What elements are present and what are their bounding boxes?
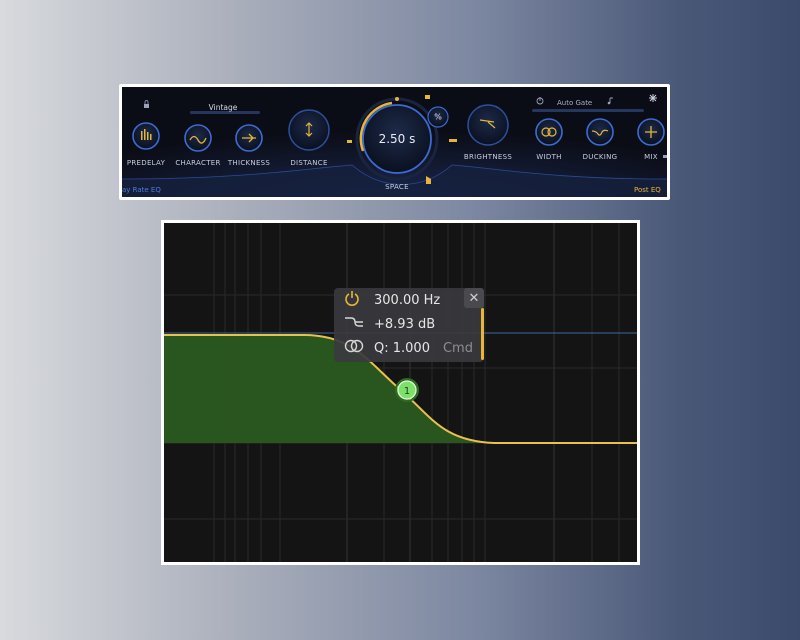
thickness-label: THICKNESS [227, 159, 271, 167]
brightness-label: BRIGHTNESS [463, 153, 513, 161]
width-knob[interactable] [535, 118, 563, 146]
decay-rate-eq-tab[interactable]: ay Rate EQ [122, 186, 161, 194]
mix-lock-icon[interactable] [663, 155, 667, 158]
gain-value[interactable]: +8.93 dB [374, 317, 435, 332]
power-icon[interactable] [536, 97, 544, 105]
modifier-hint: Cmd [442, 340, 473, 356]
predelay-knob[interactable] [132, 122, 160, 150]
predelay-label: PREDELAY [126, 159, 166, 167]
autogate-label[interactable]: Auto Gate [557, 99, 592, 107]
character-knob[interactable] [184, 124, 212, 152]
freeze-icon[interactable] [649, 94, 657, 102]
space-label: SPACE [385, 183, 409, 191]
mix-knob[interactable] [637, 118, 665, 146]
space-top-marker [425, 95, 430, 99]
width-label: WIDTH [536, 153, 562, 161]
q-value[interactable]: Q: 1.000 [374, 341, 430, 356]
ducking-label: DUCKING [582, 153, 618, 161]
ducking-knob[interactable] [586, 118, 614, 146]
q-row[interactable]: Q: 1.000 Cmd [344, 338, 473, 358]
distance-label: DISTANCE [290, 159, 328, 167]
mix-label: MIX [644, 153, 658, 161]
frequency-value[interactable]: 300.00 Hz [374, 293, 440, 308]
power-icon[interactable] [344, 291, 364, 309]
thickness-knob[interactable] [235, 124, 263, 152]
preset-selector[interactable]: Vintage [209, 103, 238, 112]
character-label: CHARACTER [175, 159, 221, 167]
space-left-marker [347, 140, 352, 143]
note-icon[interactable] [607, 97, 613, 105]
eq-graph[interactable]: 1 [164, 223, 637, 562]
gain-row[interactable]: +8.93 dB [344, 314, 435, 334]
lock-icon[interactable] [144, 100, 149, 109]
space-right-marker [449, 139, 457, 142]
space-value[interactable]: 2.50 s [379, 132, 416, 146]
distance-knob[interactable] [288, 109, 330, 151]
close-button[interactable]: ✕ [464, 288, 484, 308]
space-mode-icon[interactable] [426, 176, 431, 184]
filter-shape-icon[interactable] [344, 315, 364, 333]
eq-band-popup: ✕ 300.00 Hz +8.93 dB Q: 1.000 Cmd [334, 288, 484, 362]
eq-band-node[interactable]: 1 [395, 378, 419, 402]
frequency-row[interactable]: 300.00 Hz [344, 290, 440, 310]
stereo-link-icon[interactable] [344, 339, 364, 357]
post-eq-tab[interactable]: Post EQ [634, 186, 661, 194]
eq-band-number: 1 [404, 386, 410, 397]
eq-display[interactable]: 1 ✕ 300.00 Hz +8.93 dB Q: 1.000 Cmd [161, 220, 640, 565]
brightness-knob[interactable] [467, 104, 509, 146]
space-percent-label: % [434, 112, 442, 122]
popup-accent-bar [481, 308, 484, 360]
reverb-plugin-panel: Vintage Auto Gate 2.50 s % PREDELAY CHAR… [119, 84, 670, 200]
